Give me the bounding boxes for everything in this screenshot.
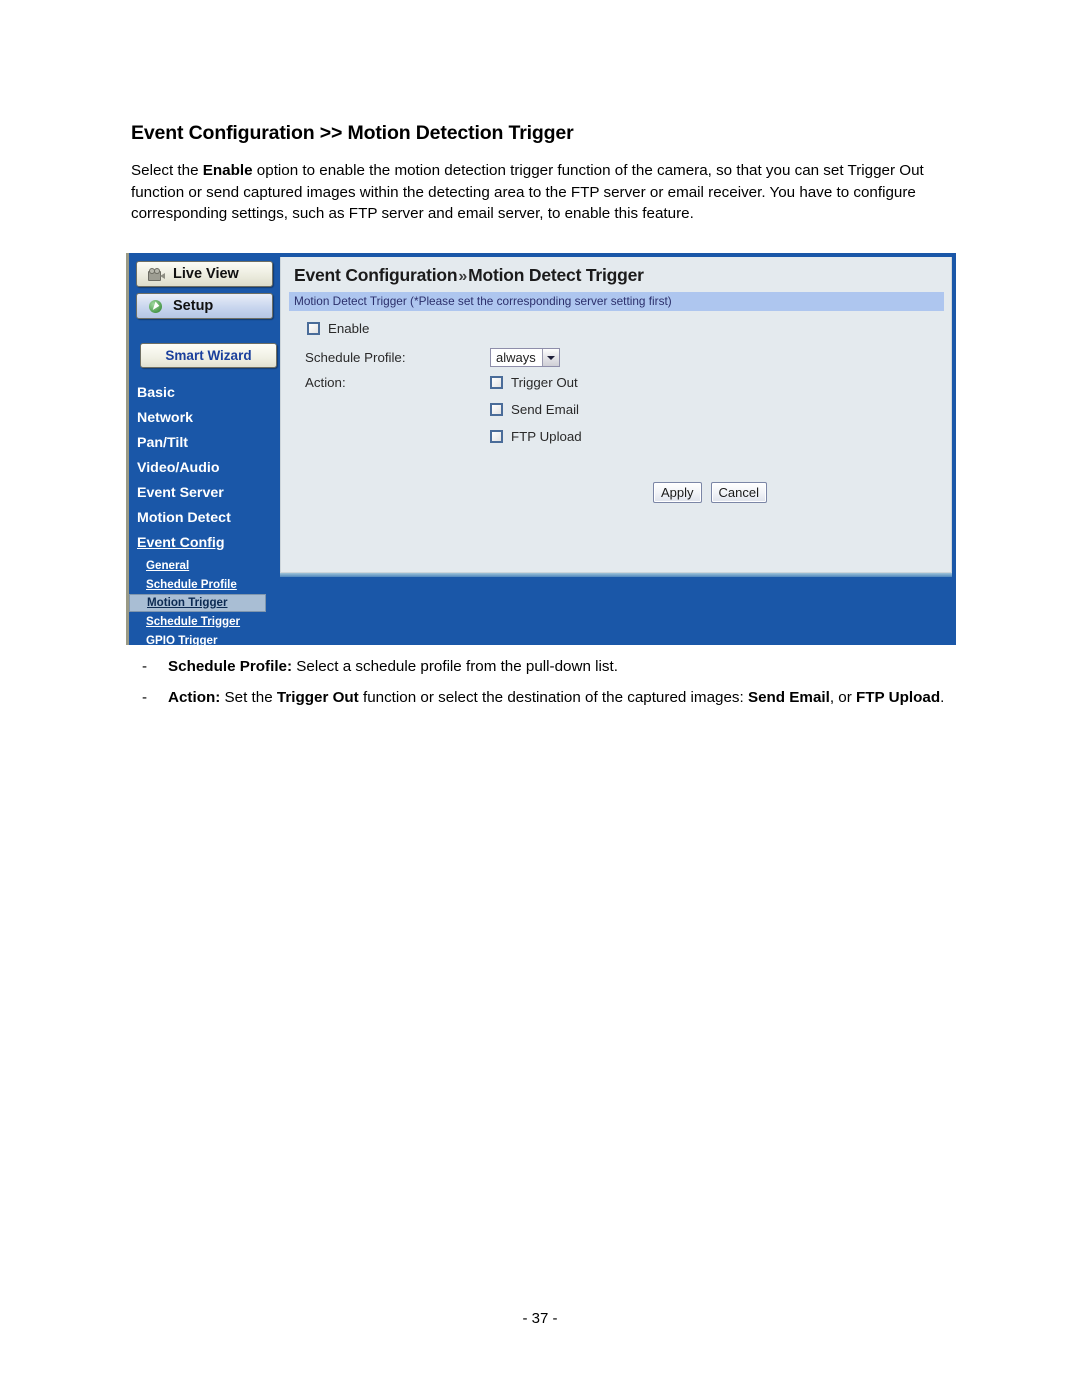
action-label: Action:	[305, 375, 346, 390]
camera-ui-screenshot: Live View Setup Smart Wizard Basic Networ…	[126, 253, 956, 647]
emphasis-text: Send Email	[747, 688, 830, 706]
intro-paragraph: Select the Enable option to enable the m…	[131, 160, 947, 225]
sidebar-item-video-audio[interactable]: Video/Audio	[129, 456, 277, 481]
setup-label: Setup	[173, 298, 214, 314]
cancel-button[interactable]: Cancel	[710, 482, 767, 503]
action-checkbox-0[interactable]	[490, 376, 503, 389]
note-item: - Action: Set the Trigger Out function or…	[139, 687, 951, 709]
action-checkbox-1[interactable]	[490, 403, 503, 416]
body-text: Select a schedule profile from the pull-…	[292, 658, 618, 675]
motion-trigger-form: Enable Schedule Profile: always Action: …	[281, 257, 951, 572]
emphasis-text: Enable	[202, 162, 253, 179]
sidebar-item-motion-trigger[interactable]: Motion Trigger	[129, 594, 266, 612]
video-camera-icon	[148, 268, 165, 281]
action-checkbox-2[interactable]	[490, 430, 503, 443]
body-text: .	[940, 688, 945, 706]
body-text: Select the	[131, 162, 203, 179]
action-option-2[interactable]: FTP Upload	[490, 429, 582, 444]
schedule-profile-row: Schedule Profile: always	[305, 348, 915, 367]
page-title: Event Configuration >> Motion Detection …	[131, 122, 574, 144]
sidebar-item-schedule-trigger[interactable]: Schedule Trigger	[129, 612, 277, 631]
enable-row[interactable]: Enable	[307, 321, 369, 336]
emphasis-text: Schedule Profile:	[168, 658, 293, 675]
action-option-0[interactable]: Trigger Out	[490, 375, 582, 390]
enable-label: Enable	[328, 321, 370, 336]
smart-wizard-button[interactable]: Smart Wizard	[140, 343, 277, 368]
live-view-button[interactable]: Live View	[136, 261, 273, 287]
manual-page: Event Configuration >> Motion Detection …	[0, 0, 1080, 1397]
action-row: Action: Trigger Out Send Email FTP Upload	[305, 375, 915, 444]
note-item: - Schedule Profile: Select a schedule pro…	[139, 656, 951, 678]
enable-checkbox[interactable]	[307, 322, 320, 335]
setup-button[interactable]: Setup	[136, 293, 273, 319]
sidebar-item-general[interactable]: General	[129, 556, 277, 575]
action-option-1[interactable]: Send Email	[490, 402, 582, 417]
body-text: Set the	[220, 688, 277, 706]
schedule-profile-label: Schedule Profile:	[305, 350, 406, 365]
body-text: function or select the destination of th…	[358, 688, 748, 706]
sidebar-item-schedule-profile[interactable]: Schedule Profile	[129, 575, 277, 594]
emphasis-text: Trigger Out	[276, 688, 359, 706]
emphasis-text: Action:	[168, 688, 221, 706]
bullet-dash: -	[142, 658, 148, 675]
emphasis-text: FTP Upload	[856, 688, 941, 706]
sidebar-item-network[interactable]: Network	[129, 406, 277, 431]
live-view-label: Live View	[173, 266, 239, 282]
sidebar-item-event-config[interactable]: Event Config	[129, 531, 277, 556]
content-pane-bevel	[280, 573, 952, 577]
action-option-label: Trigger Out	[511, 375, 578, 390]
cursor-circle-icon	[148, 299, 165, 314]
sidebar-nav: Basic Network Pan/Tilt Video/Audio Event Ser…	[129, 381, 277, 650]
sidebar-item-gpio-trigger[interactable]: GPIO Trigger	[129, 631, 277, 650]
sidebar-item-motion-detect[interactable]: Motion Detect	[129, 506, 277, 531]
sidebar-item-pan-tilt[interactable]: Pan/Tilt	[129, 431, 277, 456]
camera-content-pane: Event Configuration»Motion Detect Trigge…	[280, 257, 952, 573]
sidebar-item-basic[interactable]: Basic	[129, 381, 277, 406]
action-option-label: FTP Upload	[511, 429, 582, 444]
action-option-label: Send Email	[511, 402, 579, 417]
smart-wizard-label: Smart Wizard	[165, 348, 252, 363]
schedule-profile-value: always	[496, 350, 536, 365]
apply-button[interactable]: Apply	[653, 482, 702, 503]
bullet-dash: -	[142, 688, 148, 706]
action-options: Trigger Out Send Email FTP Upload	[490, 375, 582, 444]
sidebar-sub-items: General Schedule Profile Motion Trigger Sch…	[129, 556, 277, 650]
page-number: - 37 -	[522, 1310, 558, 1327]
sidebar-main-items: Basic Network Pan/Tilt Video/Audio Event Ser…	[129, 381, 277, 556]
sidebar-item-event-server[interactable]: Event Server	[129, 481, 277, 506]
schedule-profile-select[interactable]: always	[490, 348, 560, 367]
notes-list: - Schedule Profile: Select a schedule pro…	[139, 656, 951, 717]
camera-sidebar: Live View Setup Smart Wizard Basic Networ…	[129, 253, 277, 647]
chevron-down-icon[interactable]	[541, 349, 559, 366]
form-button-row: Apply Cancel	[653, 482, 767, 503]
body-text: , or	[829, 688, 856, 706]
